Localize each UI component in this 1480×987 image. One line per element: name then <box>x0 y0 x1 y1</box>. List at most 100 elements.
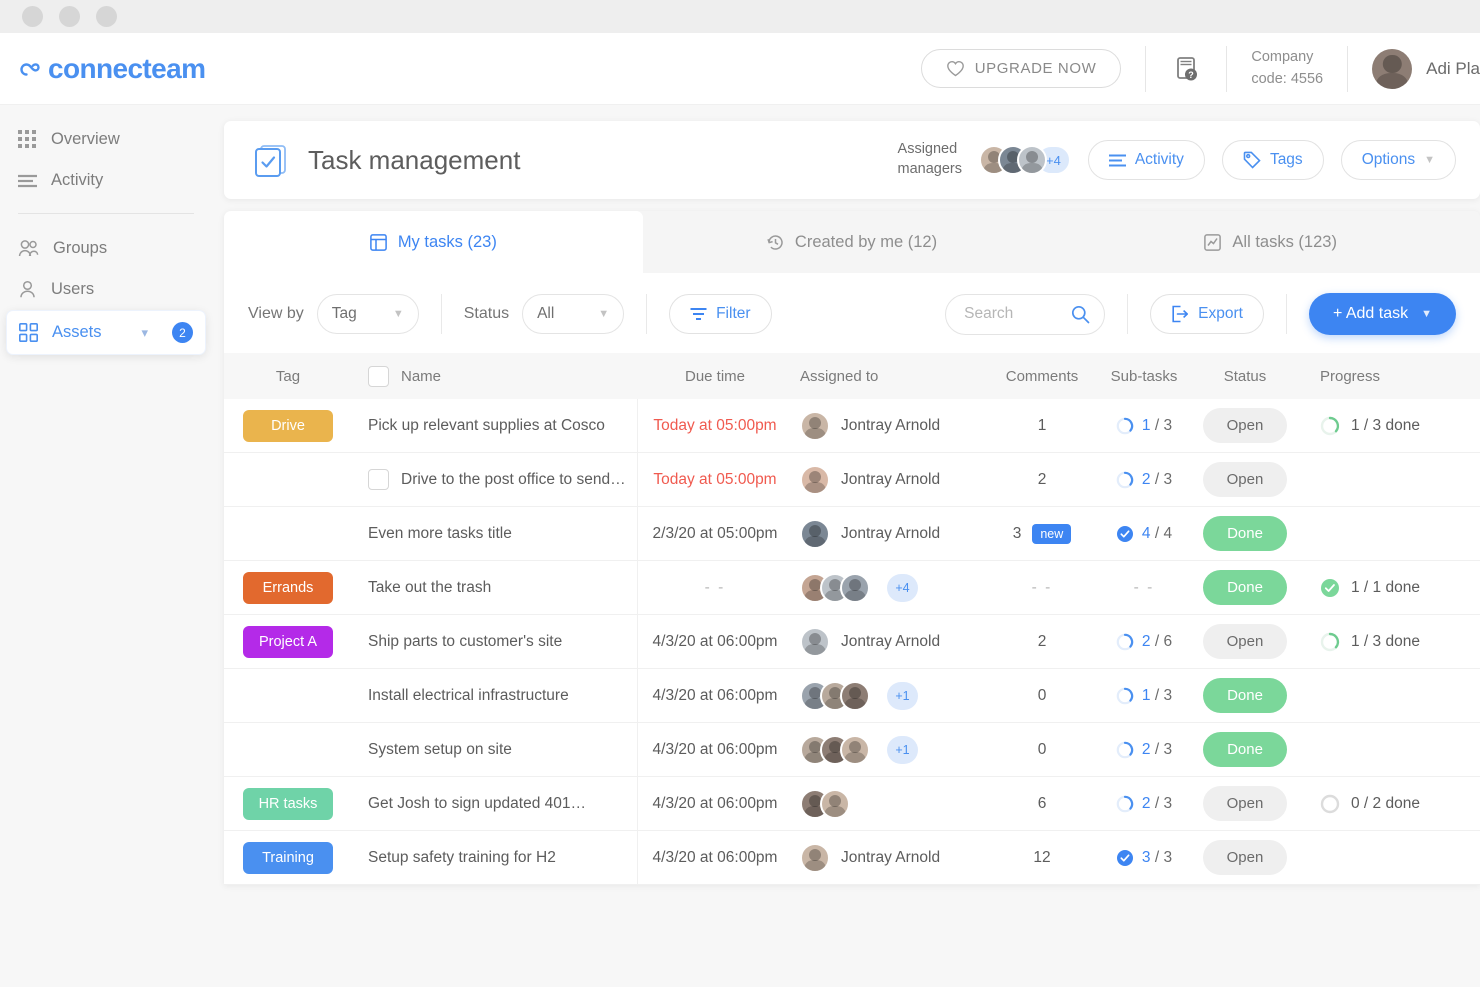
column-header-assigned[interactable]: Assigned to <box>792 353 988 399</box>
cell-assigned-to: +1 <box>792 669 988 723</box>
tab-created-by-me[interactable]: Created by me (12) <box>643 211 1062 273</box>
cell-name[interactable]: Ship parts to customer's site <box>352 615 638 669</box>
assignee-avatars[interactable] <box>800 627 830 657</box>
task-name: Take out the trash <box>368 579 491 597</box>
table-row[interactable]: Install electrical infrastructure4/3/20 … <box>224 669 1480 723</box>
tag-chip[interactable]: Drive <box>243 410 333 442</box>
column-header-name[interactable]: Name <box>352 353 638 399</box>
tag-chip[interactable]: Project A <box>243 626 333 658</box>
sidebar-item-groups[interactable]: Groups <box>0 228 212 269</box>
column-header-progress[interactable]: Progress <box>1298 353 1480 399</box>
table-row[interactable]: ErrandsTake out the trash- -+4- -- -Done… <box>224 561 1480 615</box>
column-header-status[interactable]: Status <box>1192 353 1298 399</box>
cell-progress <box>1298 507 1480 561</box>
export-icon <box>1171 305 1189 323</box>
assignee-avatars[interactable] <box>800 735 870 765</box>
column-header-comments[interactable]: Comments <box>988 353 1096 399</box>
cell-name[interactable]: Even more tasks title <box>352 507 638 561</box>
status-badge[interactable]: Open <box>1203 462 1287 497</box>
chevron-down-icon[interactable]: ▾ <box>141 325 148 341</box>
table-row[interactable]: Drive to the post office to send…Today a… <box>224 453 1480 507</box>
filter-button[interactable]: Filter <box>669 294 771 334</box>
table-row[interactable]: Even more tasks title2/3/20 at 05:00pmJo… <box>224 507 1480 561</box>
cell-assigned-to <box>792 777 988 831</box>
cell-name[interactable]: Take out the trash <box>352 561 638 615</box>
cell-name[interactable]: Setup safety training for H2 <box>352 831 638 885</box>
tab-my-tasks[interactable]: My tasks (23) <box>224 211 643 273</box>
assignee-avatars[interactable] <box>800 411 830 441</box>
tag-chip[interactable]: HR tasks <box>243 788 333 820</box>
assignee-avatars[interactable] <box>800 573 870 603</box>
subtask-icon-partial <box>1116 687 1134 705</box>
assignee-avatars[interactable] <box>800 789 850 819</box>
assignee-avatars[interactable] <box>800 519 830 549</box>
sidebar-item-activity[interactable]: Activity <box>0 160 212 201</box>
upgrade-now-button[interactable]: UPGRADE NOW <box>921 49 1122 88</box>
avatar <box>1372 49 1412 89</box>
assignee-name: Jontray Arnold <box>841 525 940 543</box>
column-header-due-time[interactable]: Due time <box>638 353 792 399</box>
activity-button[interactable]: Activity <box>1088 140 1205 180</box>
cell-due-time: Today at 05:00pm <box>638 399 792 453</box>
window-maximize-dot[interactable] <box>96 6 117 27</box>
avatar-overflow-count[interactable]: +1 <box>887 736 918 764</box>
avatar-overflow-count[interactable]: +1 <box>887 682 918 710</box>
row-checkbox[interactable] <box>368 469 389 490</box>
status-badge[interactable]: Open <box>1203 408 1287 443</box>
select-all-checkbox[interactable] <box>368 366 389 387</box>
cell-assigned-to: Jontray Arnold <box>792 615 988 669</box>
sidebar-item-overview[interactable]: Overview <box>0 119 212 160</box>
search-icon[interactable] <box>1071 305 1090 324</box>
caret-down-icon[interactable]: ▼ <box>1421 308 1432 320</box>
help-center-icon[interactable]: ? <box>1170 53 1202 85</box>
tag-chip[interactable]: Errands <box>243 572 333 604</box>
table-row[interactable]: TrainingSetup safety training for H24/3/… <box>224 831 1480 885</box>
cell-due-time: Today at 05:00pm <box>638 453 792 507</box>
assignee-avatars[interactable] <box>800 681 870 711</box>
table-row[interactable]: Drive Pick up relevant supplies at CoscoT… <box>224 399 1480 453</box>
cell-comments: 2 <box>988 453 1096 507</box>
status-select[interactable]: All ▼ <box>522 294 624 334</box>
cell-name[interactable]: Install electrical infrastructure <box>352 669 638 723</box>
avatar-overflow-count[interactable]: +4 <box>887 574 918 602</box>
tags-button[interactable]: Tags <box>1222 140 1324 180</box>
tag-chip[interactable]: Training <box>243 842 333 874</box>
search-box[interactable] <box>945 294 1105 335</box>
window-minimize-dot[interactable] <box>59 6 80 27</box>
sidebar-item-assets[interactable]: Assets ▾ 2 <box>6 310 206 355</box>
column-header-tag[interactable]: Tag <box>224 353 352 399</box>
status-badge[interactable]: Done <box>1203 570 1287 605</box>
export-button[interactable]: Export <box>1150 294 1264 334</box>
sidebar-item-users[interactable]: Users <box>0 269 212 310</box>
assigned-managers-avatars[interactable]: +4 <box>979 145 1071 175</box>
cell-name[interactable]: Pick up relevant supplies at Cosco <box>352 399 638 453</box>
cell-name[interactable]: Get Josh to sign updated 401… <box>352 777 638 831</box>
assignee-avatars[interactable] <box>800 465 830 495</box>
add-task-button[interactable]: + Add task ▼ <box>1309 293 1456 335</box>
connecteam-logo[interactable]: connecteam <box>20 53 205 85</box>
cell-tag <box>224 453 352 507</box>
tab-all-tasks[interactable]: All tasks (123) <box>1061 211 1480 273</box>
user-menu[interactable]: Adi Pla <box>1372 49 1480 89</box>
assignee-avatars[interactable] <box>800 843 830 873</box>
status-badge[interactable]: Open <box>1203 840 1287 875</box>
cell-progress: 0 / 2 done <box>1298 777 1480 831</box>
cell-name[interactable]: System setup on site <box>352 723 638 777</box>
cell-name[interactable]: Drive to the post office to send… <box>352 453 638 507</box>
status-badge[interactable]: Done <box>1203 516 1287 551</box>
status-badge[interactable]: Open <box>1203 786 1287 821</box>
view-by-select[interactable]: Tag ▼ <box>317 294 419 334</box>
options-button[interactable]: Options ▼ <box>1341 140 1456 180</box>
assigned-managers-label: Assigned managers <box>898 140 962 179</box>
due-time: 4/3/20 at 06:00pm <box>653 741 778 759</box>
table-row[interactable]: Project AShip parts to customer's site4/… <box>224 615 1480 669</box>
search-input[interactable] <box>964 305 1071 323</box>
status-badge[interactable]: Open <box>1203 624 1287 659</box>
column-header-subtasks[interactable]: Sub-tasks <box>1096 353 1192 399</box>
window-close-dot[interactable] <box>22 6 43 27</box>
table-row[interactable]: System setup on site4/3/20 at 06:00pm+10… <box>224 723 1480 777</box>
cell-status: Open <box>1192 399 1298 453</box>
table-row[interactable]: HR tasksGet Josh to sign updated 401…4/3… <box>224 777 1480 831</box>
status-badge[interactable]: Done <box>1203 732 1287 767</box>
status-badge[interactable]: Done <box>1203 678 1287 713</box>
